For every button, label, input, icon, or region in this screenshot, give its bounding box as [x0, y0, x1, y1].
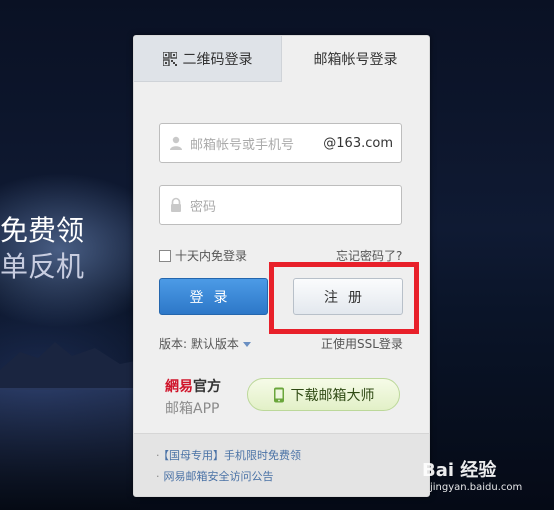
download-app-button[interactable]: 下载邮箱大师	[247, 378, 400, 411]
password-placeholder: 密码	[190, 199, 217, 215]
promo-line2: 单反机	[0, 250, 85, 283]
app-name: 邮箱APP	[165, 401, 220, 417]
promo-line1: 免费领	[0, 214, 85, 247]
baidu-jingyan-watermark: Bai 经验 jingyan.baidu.com	[422, 456, 532, 500]
footer-link-notice-text: 网易邮箱安全访问公告	[163, 470, 274, 483]
watermark-subtitle: jingyan.baidu.com	[430, 482, 523, 493]
account-placeholder: 邮箱帐号或手机号	[190, 137, 295, 153]
tab-mail-label: 邮箱帐号登录	[313, 52, 398, 68]
remember-checkbox[interactable]	[159, 249, 171, 262]
qr-code-icon	[162, 51, 177, 66]
promo-text: 免费领 单反机	[0, 213, 84, 285]
register-highlight-box	[269, 262, 419, 334]
brand-text: 網易	[165, 379, 193, 395]
lake-reflection	[0, 388, 140, 510]
password-field[interactable]: 密码	[159, 185, 402, 225]
panel-footer: · 【国母专用】手机限时免费领 · 网易邮箱安全访问公告	[134, 433, 429, 496]
lock-icon	[171, 197, 181, 212]
tab-mail-login[interactable]: 邮箱帐号登录	[282, 36, 429, 82]
tab-qr-login[interactable]: 二维码登录	[134, 36, 282, 82]
user-icon	[170, 136, 182, 150]
footer-link-promo-text: 【国母专用】手机限时免费领	[163, 449, 302, 462]
mail-app-logo[interactable]: 網易官方 邮箱APP	[165, 376, 235, 418]
remember-label: 十天内免登录	[175, 249, 248, 263]
domain-suffix: @163.com	[323, 135, 393, 151]
bullet-dot: ·	[156, 449, 160, 462]
mountain-silhouette	[0, 342, 140, 390]
remember-checkbox-row[interactable]: 十天内免登录	[159, 247, 247, 264]
official-text: 官方	[193, 379, 221, 395]
version-label: 版本: 默认版本	[159, 337, 239, 351]
bullet-dot: ·	[156, 470, 160, 483]
dropdown-triangle-icon	[242, 342, 251, 347]
login-button[interactable]: 登录	[159, 278, 268, 315]
watermark-title: Bai 经验	[422, 460, 497, 481]
footer-link-promo[interactable]: · 【国母专用】手机限时免费领	[156, 447, 301, 463]
ssl-login-link[interactable]: 正使用SSL登录	[321, 335, 403, 352]
download-app-label: 下载邮箱大师	[290, 387, 375, 404]
tab-qr-label: 二维码登录	[182, 51, 253, 68]
phone-icon	[273, 387, 284, 402]
account-field[interactable]: 邮箱帐号或手机号 @163.com	[159, 123, 402, 163]
login-tabs: 二维码登录 邮箱帐号登录	[134, 36, 429, 82]
footer-link-notice[interactable]: · 网易邮箱安全访问公告	[156, 468, 274, 484]
app-logo-top: 網易官方	[165, 376, 235, 396]
version-selector[interactable]: 版本: 默认版本	[159, 335, 251, 352]
